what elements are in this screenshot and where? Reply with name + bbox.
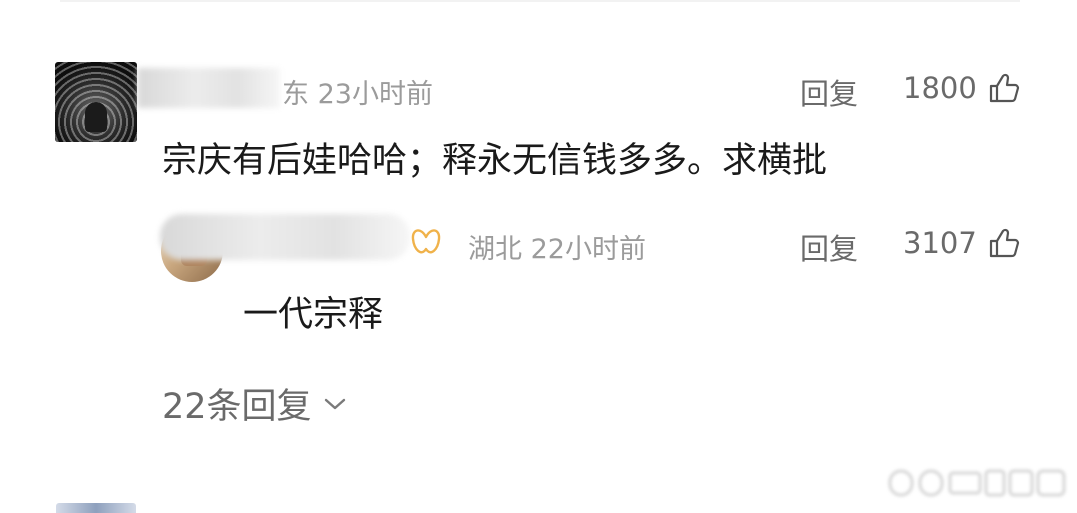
like-count: 1800 bbox=[903, 71, 977, 105]
butterfly-badge-icon bbox=[411, 229, 441, 254]
divider-line bbox=[60, 0, 1020, 2]
more-replies-link[interactable]: 22条回复 bbox=[162, 378, 348, 429]
blurred-username bbox=[160, 214, 410, 260]
avatar-figure bbox=[85, 102, 107, 132]
comment-text: 宗庆有后娃哈哈；释永无信钱多多。求横批 bbox=[162, 141, 828, 181]
thumbs-up-icon[interactable] bbox=[988, 227, 1020, 259]
reply-button[interactable]: 回复 bbox=[800, 71, 858, 113]
reply-text: 一代宗释 bbox=[243, 295, 384, 335]
reply-button[interactable]: 回复 bbox=[800, 226, 858, 268]
reply-location: 湖北 bbox=[468, 234, 522, 265]
blurred-username bbox=[138, 68, 280, 108]
comment-meta: 东 23小时前 bbox=[282, 72, 433, 111]
comment-time: 23小时前 bbox=[317, 79, 433, 110]
commenter-avatar[interactable] bbox=[55, 62, 137, 142]
next-commenter-avatar[interactable] bbox=[56, 503, 136, 513]
like-count: 3107 bbox=[903, 226, 977, 260]
reply-meta: 湖北 22小时前 bbox=[468, 227, 646, 266]
watermark-logo bbox=[888, 469, 1066, 497]
more-replies-label: 22条回复 bbox=[162, 387, 312, 427]
thumbs-up-icon[interactable] bbox=[988, 72, 1020, 104]
reply-time: 22小时前 bbox=[530, 234, 646, 265]
chevron-down-icon bbox=[324, 398, 345, 409]
comment-location: 东 bbox=[282, 79, 309, 110]
